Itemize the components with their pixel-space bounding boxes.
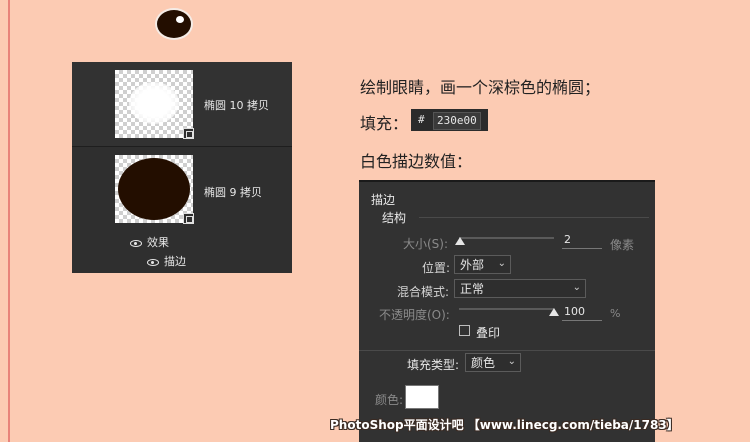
- size-label: 大小(S):: [403, 237, 449, 251]
- dialog-top-border: [359, 180, 655, 182]
- hash-symbol: #: [418, 113, 425, 126]
- chevron-down-icon: ⌄: [572, 282, 581, 293]
- eye-preview-ellipse: [155, 8, 193, 40]
- effects-row[interactable]: 效果: [130, 234, 169, 250]
- blend-mode-label: 混合模式:: [397, 285, 450, 299]
- stroke-effect-label: 描边: [164, 255, 186, 268]
- opacity-slider-handle[interactable]: [549, 308, 559, 316]
- fill-label: 填充：: [360, 114, 409, 133]
- size-input[interactable]: 2: [562, 232, 602, 249]
- fill-hex-value: 230e00: [433, 112, 481, 130]
- group-divider: [419, 217, 649, 218]
- opacity-unit: %: [610, 307, 621, 320]
- blend-mode-value: 正常: [460, 282, 485, 296]
- fill-type-select[interactable]: 颜色 ⌄: [465, 353, 521, 372]
- blend-mode-select[interactable]: 正常 ⌄: [454, 279, 586, 298]
- structure-group-label: 结构: [382, 211, 407, 225]
- layer-thumbnail: [115, 155, 194, 224]
- size-slider-track[interactable]: [459, 237, 554, 239]
- left-divider: [8, 0, 10, 442]
- fill-type-value: 颜色: [471, 356, 496, 370]
- vector-shape-icon: [183, 213, 194, 224]
- opacity-label: 不透明度(O):: [379, 308, 450, 322]
- step-instruction: 绘制眼睛，画一个深棕色的椭圆；: [360, 78, 601, 97]
- chevron-down-icon: ⌄: [507, 356, 516, 367]
- chevron-down-icon: ⌄: [497, 258, 506, 269]
- dialog-divider: [359, 350, 655, 351]
- dialog-title: 描边: [371, 193, 396, 207]
- overprint-checkbox[interactable]: [459, 325, 470, 336]
- stroke-effect-row[interactable]: 描边: [147, 253, 186, 269]
- position-select[interactable]: 外部 ⌄: [454, 255, 511, 274]
- effects-label: 效果: [147, 236, 169, 249]
- brown-ellipse-shape: [118, 158, 190, 220]
- eye-highlight: [176, 16, 184, 23]
- position-label: 位置:: [422, 261, 451, 275]
- eye-visibility-icon[interactable]: [147, 258, 159, 266]
- vector-shape-icon: [183, 128, 194, 139]
- layer-thumbnail: [115, 70, 194, 139]
- overprint-label: 叠印: [476, 326, 501, 340]
- stroke-color-swatch[interactable]: [405, 385, 439, 409]
- stroke-dialog: 描边 结构 大小(S): 2 像素 位置: 外部 ⌄ 混合模式: 正常 ⌄ 不透…: [359, 180, 655, 442]
- eye-visibility-icon[interactable]: [130, 239, 142, 247]
- stroke-values-heading: 白色描边数值：: [360, 152, 473, 171]
- fill-type-label: 填充类型:: [407, 358, 460, 372]
- layer-name: 椭圆 10 拷贝: [204, 99, 269, 112]
- position-value: 外部: [460, 258, 485, 272]
- size-slider-handle[interactable]: [455, 237, 465, 245]
- color-label: 颜色:: [375, 393, 404, 407]
- watermark: PhotoShop平面设计吧 【www.linecg.com/tieba/178…: [330, 418, 679, 432]
- fill-hex-field[interactable]: # 230e00: [411, 109, 488, 131]
- layers-panel: 椭圆 10 拷贝 椭圆 9 拷贝 效果 描边: [72, 62, 292, 273]
- opacity-input[interactable]: 100: [562, 304, 602, 321]
- size-unit: 像素: [610, 238, 635, 252]
- white-glow-ellipse: [129, 82, 179, 124]
- layer-name: 椭圆 9 拷贝: [204, 186, 262, 199]
- opacity-slider-track[interactable]: [459, 308, 554, 310]
- layer-row-ellipse-9-copy[interactable]: 椭圆 9 拷贝: [72, 147, 292, 231]
- layer-row-ellipse-10-copy[interactable]: 椭圆 10 拷贝: [72, 62, 292, 146]
